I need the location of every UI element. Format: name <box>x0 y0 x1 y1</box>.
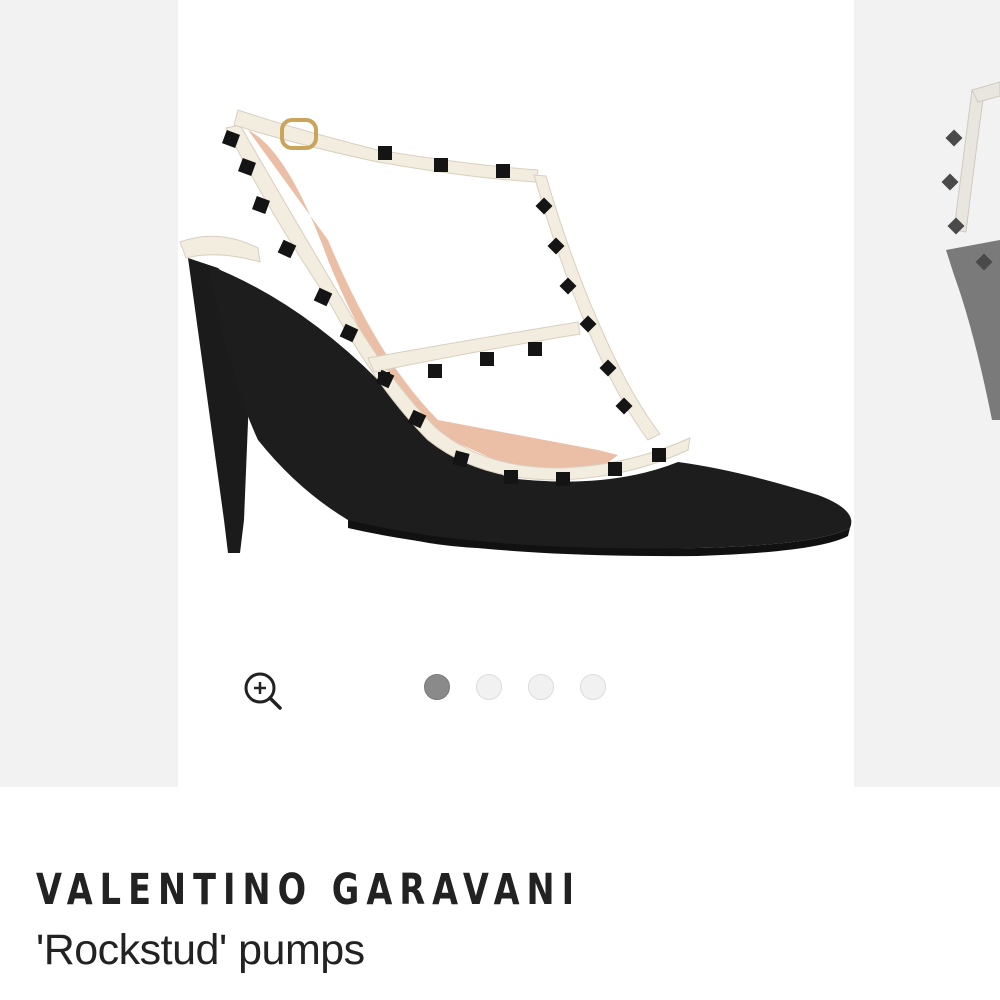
product-image-carousel[interactable] <box>0 0 1000 787</box>
carousel-dot-4[interactable] <box>580 674 606 700</box>
carousel-dot-2[interactable] <box>476 674 502 700</box>
brand-name[interactable]: VALENTINO GARAVANI <box>36 862 769 918</box>
carousel-dot-3[interactable] <box>528 674 554 700</box>
shoe-body <box>208 265 852 550</box>
previous-image-peek[interactable] <box>0 0 178 787</box>
zoom-in-icon <box>244 672 282 710</box>
cross-strap <box>367 321 581 373</box>
product-image-main[interactable] <box>178 0 854 787</box>
product-name: 'Rockstud' pumps <box>36 926 365 974</box>
next-image-peek[interactable] <box>854 0 1000 787</box>
zoom-button[interactable] <box>240 668 284 712</box>
t-strap <box>533 174 661 441</box>
carousel-dot-1[interactable] <box>424 674 450 700</box>
carousel-pagination <box>424 674 614 700</box>
shoe-peek-illustration <box>941 81 1000 420</box>
product-info: VALENTINO GARAVANI 'Rockstud' pumps <box>36 862 976 976</box>
